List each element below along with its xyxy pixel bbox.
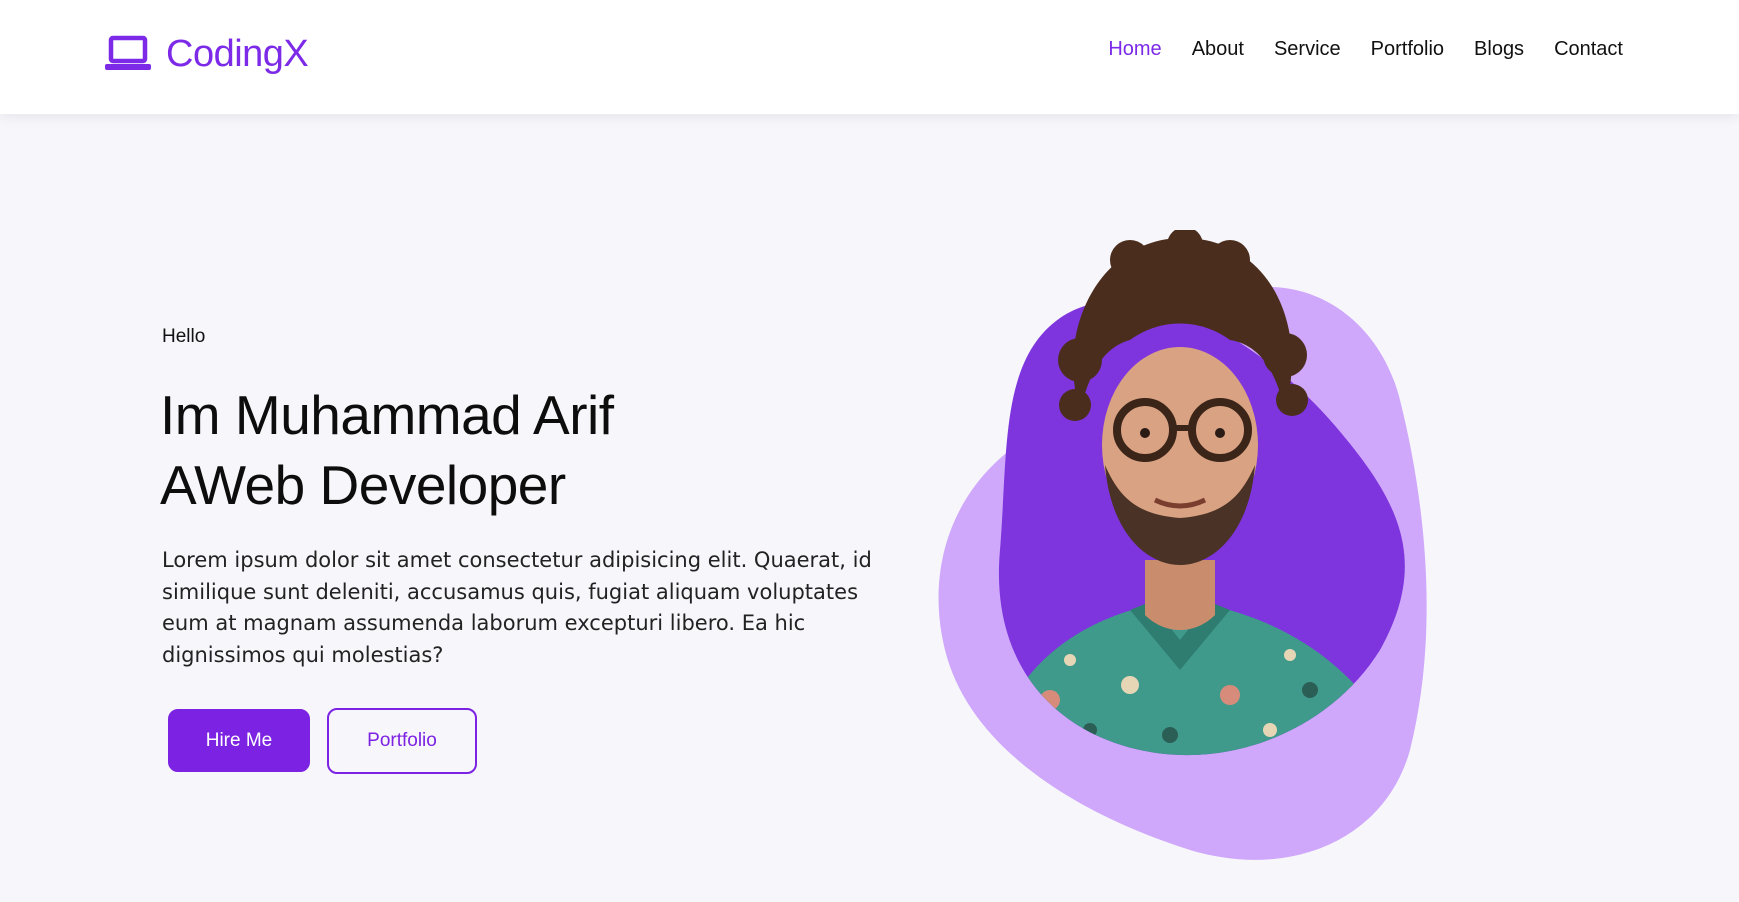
nav-item-home[interactable]: Home	[1108, 38, 1161, 60]
hire-me-button[interactable]: Hire Me	[168, 709, 310, 772]
nav-item-service[interactable]: Service	[1274, 38, 1341, 60]
nav-item-portfolio[interactable]: Portfolio	[1371, 38, 1444, 60]
hero-title-line1: Im Muhammad Arif	[160, 384, 614, 446]
hero-description: Lorem ipsum dolor sit amet consectetur a…	[162, 548, 872, 667]
hero-portrait-illustration	[938, 230, 1427, 860]
site-header: CodingX Home About Service Portfolio Blo…	[0, 0, 1739, 114]
brand-name: CodingX	[166, 32, 309, 75]
nav-item-contact[interactable]: Contact	[1554, 38, 1623, 60]
hero-title: Im Muhammad Arif AWeb Developer	[160, 380, 880, 520]
hero-portrait	[930, 230, 1490, 880]
nav-item-blogs[interactable]: Blogs	[1474, 38, 1524, 60]
hero-greeting: Hello	[162, 326, 206, 347]
brand-logo[interactable]: CodingX	[104, 30, 309, 78]
nav-item-about[interactable]: About	[1192, 38, 1244, 60]
laptop-icon	[105, 35, 151, 70]
hero-title-line2: AWeb Developer	[160, 454, 566, 516]
portfolio-button[interactable]: Portfolio	[327, 708, 477, 774]
